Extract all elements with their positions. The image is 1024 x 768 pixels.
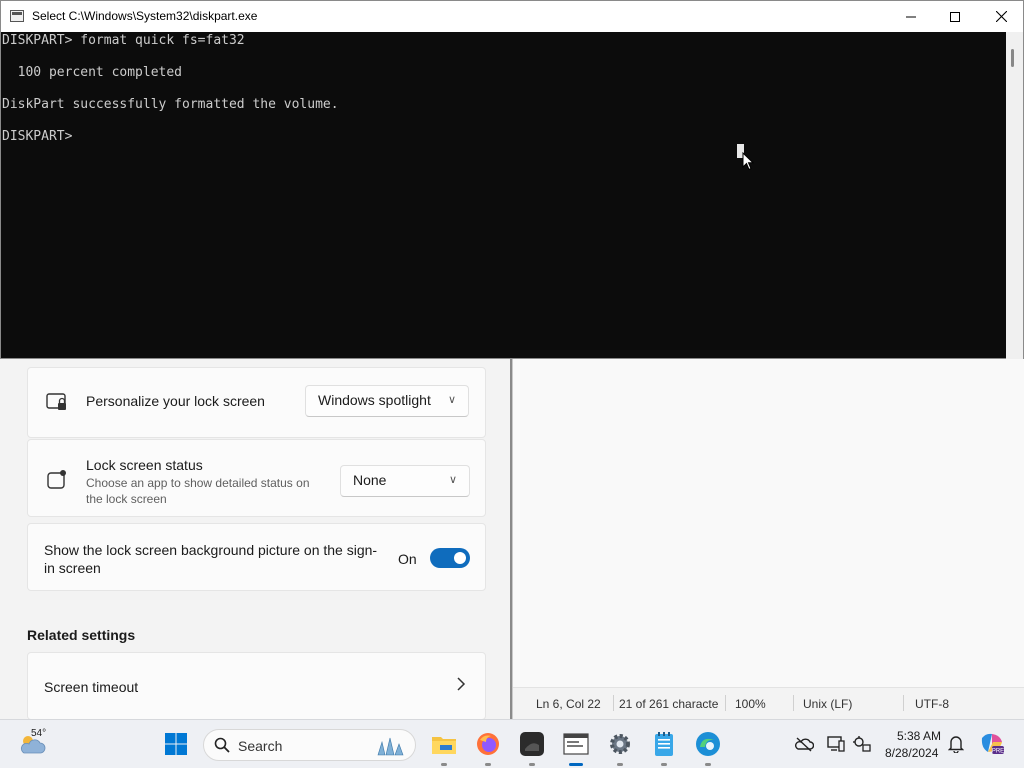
active-indicator: [569, 763, 583, 766]
tray-notifications[interactable]: [940, 728, 972, 760]
chevron-right-icon: [456, 677, 466, 696]
search-placeholder: Search: [238, 738, 283, 754]
line-ending[interactable]: Unix (LF): [803, 697, 852, 711]
notepad-window: Ln 6, Col 22 21 of 261 characte 100% Uni…: [512, 359, 1024, 719]
file-explorer-icon: [432, 737, 456, 754]
firefox-icon: [477, 733, 499, 755]
close-button[interactable]: [978, 1, 1024, 32]
taskbar-firefox[interactable]: [472, 728, 504, 766]
lock-status-icon: [46, 469, 68, 496]
running-indicator: [617, 763, 623, 766]
mouse-pointer-icon: [742, 152, 754, 171]
console-line: 100 percent completed: [2, 65, 183, 80]
screen-timeout-label: Screen timeout: [44, 679, 139, 695]
taskbar: 54° Search 5:38 AM 8/28/2024 PRE: [0, 719, 1024, 768]
search-highlight-icon: [377, 737, 404, 756]
zoom-level[interactable]: 100%: [735, 697, 766, 711]
divider: [613, 695, 614, 711]
signin-background-label: Show the lock screen background picture …: [44, 542, 378, 558]
settings-window: Personalize your lock screen Windows spo…: [0, 359, 512, 719]
svg-text:PRE: PRE: [992, 749, 1004, 755]
lock-screen-status-description: Choose an app to show detailed status on: [86, 476, 310, 490]
weather-temperature: 54°: [31, 728, 47, 739]
character-count: 21 of 261 characte: [619, 697, 719, 711]
lock-screen-background-dropdown[interactable]: Windows spotlight ∨: [305, 385, 469, 417]
notepad-icon: [655, 732, 673, 756]
encoding[interactable]: UTF-8: [915, 697, 949, 711]
dropdown-value: None: [353, 472, 387, 488]
lock-screen-status-label: Lock screen status: [86, 457, 203, 473]
console-title-bar[interactable]: Select C:\Windows\System32\diskpart.exe: [1, 1, 1023, 32]
notepad-status-bar: Ln 6, Col 22 21 of 261 characte 100% Uni…: [513, 687, 1024, 719]
signin-background-toggle[interactable]: [430, 548, 470, 568]
search-icon: [214, 737, 230, 753]
console-line: DISKPART> format quick fs=fat32: [2, 33, 245, 48]
media-player-icon: [520, 732, 544, 756]
close-icon: [995, 11, 1007, 22]
lock-screen-status-description-2: the lock screen: [86, 492, 167, 506]
running-indicator: [485, 763, 491, 766]
start-icon: [165, 733, 187, 755]
console-line: DISKPART>: [2, 129, 81, 144]
running-indicator: [705, 763, 711, 766]
signin-background-card: Show the lock screen background picture …: [27, 523, 486, 591]
notifications-icon: [948, 736, 964, 753]
settings-icon: [610, 734, 630, 754]
divider: [793, 695, 794, 711]
minimize-button[interactable]: [888, 1, 934, 32]
taskbar-settings[interactable]: [604, 728, 636, 766]
running-indicator: [661, 763, 667, 766]
start-button[interactable]: [160, 728, 192, 760]
clock-time[interactable]: 5:38 AM: [897, 729, 941, 743]
taskbar-notepad[interactable]: [648, 728, 680, 766]
tray-onedrive[interactable]: [788, 728, 820, 760]
console-scrollbar[interactable]: [1006, 32, 1023, 359]
maximize-button[interactable]: [932, 1, 978, 32]
taskbar-file-explorer[interactable]: [428, 728, 460, 766]
onedrive-offline-icon: [795, 737, 814, 752]
diskpart-console-icon: [563, 733, 589, 755]
related-settings-heading: Related settings: [27, 627, 136, 643]
scrollbar-thumb[interactable]: [1011, 49, 1014, 67]
taskbar-edge[interactable]: [692, 728, 724, 766]
personalize-lock-screen-label: Personalize your lock screen: [86, 393, 265, 409]
lock-screen-icon: [46, 392, 68, 417]
edge-icon: [696, 732, 720, 756]
toggle-state-label: On: [398, 551, 417, 567]
cursor-position: Ln 6, Col 22: [536, 697, 601, 711]
tray-copilot[interactable]: PRE: [976, 728, 1008, 760]
signin-background-label-2: in screen: [44, 560, 101, 576]
lock-screen-status-dropdown[interactable]: None ∨: [340, 465, 470, 497]
console-output[interactable]: DISKPART> format quick fs=fat32 100 perc…: [2, 32, 1006, 359]
personalize-lock-screen-card[interactable]: Personalize your lock screen Windows spo…: [27, 367, 486, 438]
console-line: DiskPart successfully formatted the volu…: [2, 97, 339, 112]
location-icon: [853, 736, 871, 752]
running-indicator: [441, 763, 447, 766]
clock-date[interactable]: 8/28/2024: [885, 746, 938, 760]
divider: [725, 695, 726, 711]
dropdown-value: Windows spotlight: [318, 392, 431, 408]
tray-location[interactable]: [846, 728, 878, 760]
toggle-knob: [454, 552, 466, 564]
maximize-icon: [950, 11, 960, 22]
taskbar-search-box[interactable]: Search: [203, 729, 416, 761]
diskpart-console-window: Select C:\Windows\System32\diskpart.exe …: [0, 0, 1024, 359]
window-title: Select C:\Windows\System32\diskpart.exe: [32, 9, 258, 23]
taskbar-diskpart[interactable]: [560, 728, 592, 766]
taskbar-media-player[interactable]: [516, 728, 548, 766]
copilot-icon: PRE: [981, 733, 1004, 755]
chevron-down-icon: ∨: [448, 474, 457, 486]
divider: [903, 695, 904, 711]
notepad-text-area[interactable]: [513, 359, 1024, 687]
lock-screen-status-card[interactable]: Lock screen status Choose an app to show…: [27, 439, 486, 517]
screen-timeout-link[interactable]: Screen timeout: [27, 652, 486, 719]
running-indicator: [529, 763, 535, 766]
devices-icon: [827, 736, 845, 752]
minimize-icon: [906, 16, 916, 17]
console-app-icon: [10, 10, 24, 22]
chevron-down-icon: ∨: [447, 394, 456, 406]
